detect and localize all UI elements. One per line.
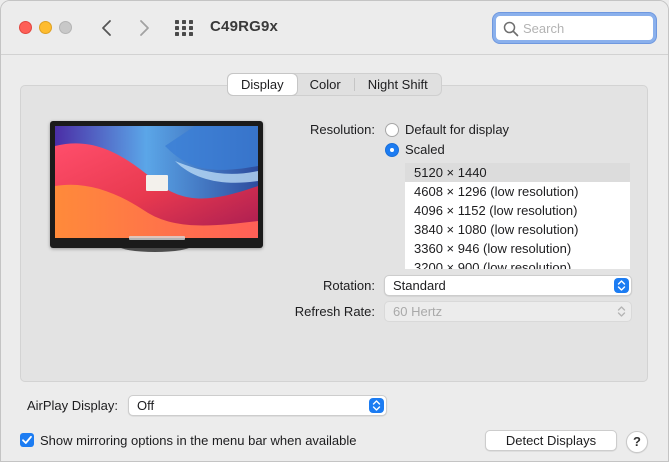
forward-button[interactable] — [131, 14, 157, 42]
chevron-right-icon — [140, 20, 149, 36]
list-item[interactable]: 3200 × 900 (low resolution) — [405, 258, 630, 269]
help-button[interactable]: ? — [626, 431, 648, 453]
system-preferences-window: C49RG9x Display Color Night Shift — [0, 0, 669, 462]
search-icon — [503, 21, 519, 37]
airplay-value: Off — [137, 398, 155, 413]
zoom-button[interactable] — [59, 21, 72, 34]
refresh-rate-popup: 60 Hertz — [384, 301, 632, 322]
display-tabs: Display Color Night Shift — [227, 73, 442, 96]
list-item[interactable]: 5120 × 1440 — [405, 163, 630, 182]
wallpaper-window-thumbnail — [146, 175, 168, 191]
tab-night-shift[interactable]: Night Shift — [355, 74, 441, 95]
list-item[interactable]: 3840 × 1080 (low resolution) — [405, 220, 630, 239]
rotation-label: Rotation: — [322, 278, 375, 293]
radio-scaled[interactable] — [385, 143, 399, 157]
show-all-grid-icon[interactable] — [173, 18, 195, 38]
radio-default-for-display[interactable] — [385, 123, 399, 137]
minimize-button[interactable] — [39, 21, 52, 34]
title-bar: C49RG9x — [1, 1, 668, 55]
refresh-rate-label: Refresh Rate: — [294, 304, 375, 319]
default-for-display-label[interactable]: Default for display — [405, 122, 509, 137]
tab-color[interactable]: Color — [297, 74, 354, 95]
refresh-rate-value: 60 Hertz — [393, 304, 443, 319]
tab-display[interactable]: Display — [228, 74, 297, 95]
list-item[interactable]: 4608 × 1296 (low resolution) — [405, 182, 630, 201]
dock-thumbnail — [129, 236, 185, 240]
chevron-left-icon — [102, 20, 111, 36]
mirroring-label[interactable]: Show mirroring options in the menu bar w… — [40, 433, 357, 448]
airplay-display-label: AirPlay Display: — [26, 398, 118, 413]
updown-stepper-icon — [369, 398, 384, 413]
airplay-display-popup[interactable]: Off — [128, 395, 387, 416]
close-button[interactable] — [19, 21, 32, 34]
search-input[interactable] — [523, 18, 648, 38]
scaled-resolution-list[interactable]: 5120 × 1440 4608 × 1296 (low resolution)… — [405, 163, 630, 269]
rotation-popup[interactable]: Standard — [384, 275, 632, 296]
updown-stepper-icon — [614, 304, 629, 319]
back-button[interactable] — [94, 14, 120, 42]
mirroring-checkbox[interactable] — [20, 433, 34, 447]
resolution-label: Resolution: — [309, 122, 375, 137]
checkmark-icon — [22, 435, 32, 444]
scaled-label[interactable]: Scaled — [405, 142, 445, 157]
rotation-value: Standard — [393, 278, 446, 293]
detect-displays-button[interactable]: Detect Displays — [485, 430, 617, 451]
list-item[interactable]: 4096 × 1152 (low resolution) — [405, 201, 630, 220]
list-item[interactable]: 3360 × 946 (low resolution) — [405, 239, 630, 258]
updown-stepper-icon — [614, 278, 629, 293]
search-field[interactable] — [493, 13, 656, 43]
window-title: C49RG9x — [210, 18, 279, 35]
